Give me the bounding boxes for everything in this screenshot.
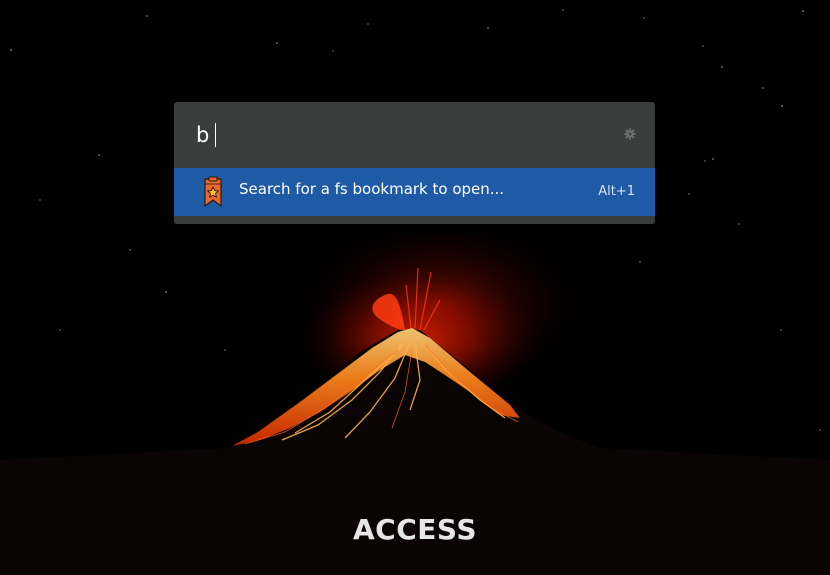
launcher-window: b Search for a fs bookmark to open... Al… — [174, 102, 655, 224]
search-input[interactable]: b — [196, 119, 596, 151]
query-text: b — [196, 123, 210, 147]
gear-icon[interactable] — [624, 128, 636, 140]
bookmark-star-icon — [204, 176, 222, 207]
desktop: b Search for a fs bookmark to open... Al… — [0, 0, 830, 575]
caption-text: ACCESS — [353, 513, 477, 546]
text-caret — [215, 123, 217, 147]
result-shortcut: Alt+1 — [598, 184, 635, 199]
result-item[interactable]: Search for a fs bookmark to open... Alt+… — [174, 168, 655, 216]
result-title: Search for a fs bookmark to open... — [239, 180, 505, 198]
volcano-wallpaper — [0, 0, 830, 575]
query-row: b — [174, 102, 655, 166]
